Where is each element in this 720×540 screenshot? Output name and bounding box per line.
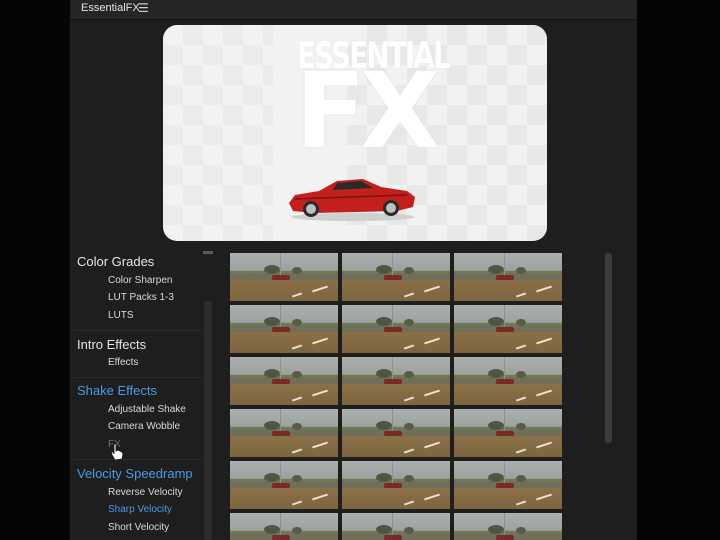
- item-luts[interactable]: LUTS: [108, 310, 134, 321]
- sidebar-scrollbar[interactable]: [203, 251, 213, 540]
- panel-header: EssentialFX ☰: [70, 0, 637, 20]
- video-thumbnail[interactable]: [342, 305, 450, 353]
- video-thumbnail[interactable]: [342, 253, 450, 301]
- item-color-sharpen[interactable]: Color Sharpen: [108, 275, 172, 286]
- video-thumbnail[interactable]: [230, 513, 338, 540]
- video-thumbnail[interactable]: [342, 513, 450, 540]
- checkered-flag-graphic: [163, 25, 273, 241]
- red-car-graphic: [289, 179, 415, 221]
- video-thumbnail[interactable]: [454, 253, 562, 301]
- item-reverse-velocity[interactable]: Reverse Velocity: [108, 487, 182, 498]
- video-thumbnail[interactable]: [454, 513, 562, 540]
- effects-sidebar: Color Grades Color Sharpen LUT Packs 1-3…: [70, 249, 202, 540]
- hand-cursor-icon: [110, 443, 124, 461]
- grid-scrollbar[interactable]: [605, 253, 612, 540]
- logo-fx-text: FX: [295, 50, 440, 172]
- scrollbar-thumb[interactable]: [204, 301, 212, 540]
- video-thumbnail[interactable]: [230, 461, 338, 509]
- video-thumbnail[interactable]: [454, 461, 562, 509]
- item-effects[interactable]: Effects: [108, 357, 138, 368]
- category-velocity-speedramp[interactable]: Velocity Speedramp: [77, 466, 193, 481]
- video-thumbnail[interactable]: [230, 253, 338, 301]
- category-intro-effects[interactable]: Intro Effects: [77, 337, 146, 352]
- divider: [74, 377, 202, 378]
- divider: [74, 330, 202, 331]
- video-thumbnail[interactable]: [454, 409, 562, 457]
- video-thumbnail[interactable]: [342, 357, 450, 405]
- item-camera-wobble[interactable]: Camera Wobble: [108, 421, 180, 432]
- video-thumbnail[interactable]: [342, 409, 450, 457]
- thumbnail-grid: [230, 253, 562, 540]
- item-sharp-velocity[interactable]: Sharp Velocity: [108, 504, 172, 515]
- item-adjustable-shake[interactable]: Adjustable Shake: [108, 404, 186, 415]
- divider: [74, 459, 202, 460]
- item-short-velocity[interactable]: Short Velocity: [108, 522, 169, 533]
- video-thumbnail[interactable]: [454, 357, 562, 405]
- scrollbar-thumb[interactable]: [605, 253, 612, 443]
- category-shake-effects[interactable]: Shake Effects: [77, 383, 157, 398]
- category-color-grades[interactable]: Color Grades: [77, 254, 154, 269]
- video-thumbnail[interactable]: [342, 461, 450, 509]
- essentialfx-panel: EssentialFX ☰ ESSENTIAL FX Color Grades …: [70, 0, 637, 540]
- item-lut-packs[interactable]: LUT Packs 1-3: [108, 292, 174, 303]
- video-thumbnail[interactable]: [230, 357, 338, 405]
- video-thumbnail[interactable]: [454, 305, 562, 353]
- hamburger-menu-icon[interactable]: ☰: [138, 1, 149, 15]
- video-thumbnail[interactable]: [230, 305, 338, 353]
- panel-title: EssentialFX: [81, 2, 140, 14]
- video-thumbnail[interactable]: [230, 409, 338, 457]
- preview-image: ESSENTIAL FX: [163, 25, 547, 241]
- scrollbar-top: [203, 251, 213, 254]
